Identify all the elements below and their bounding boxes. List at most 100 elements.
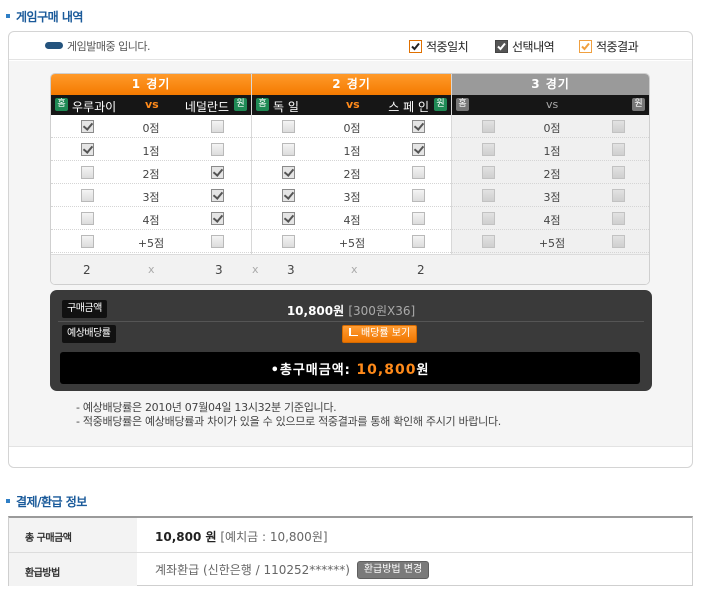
score-label: +5점	[338, 237, 366, 250]
vs-label: vs	[546, 98, 559, 111]
game-header: 2 경기	[252, 74, 451, 95]
home-score-checkbox[interactable]	[81, 235, 94, 248]
status-indicator-icon	[45, 42, 63, 49]
score-label: 4점	[142, 214, 160, 227]
score-row: 1점	[452, 138, 649, 161]
away-score-checkbox[interactable]	[211, 235, 224, 248]
panel-footer	[9, 446, 692, 467]
score-label: 2점	[543, 168, 561, 181]
deposit-text: [예치금 : 10,800원]	[220, 530, 328, 544]
away-badge-icon: 원	[632, 98, 645, 111]
score-label: 0점	[543, 122, 561, 135]
home-score-checkbox[interactable]	[81, 212, 94, 225]
away-score-checkbox[interactable]	[211, 166, 224, 179]
count-game1-away: 3	[215, 263, 223, 277]
home-score-checkbox[interactable]	[282, 235, 295, 248]
score-label: 3점	[343, 191, 361, 204]
refund-method-value: 계좌환급 (신한은행 / 110252******)	[155, 563, 350, 577]
home-score-checkbox[interactable]	[482, 235, 495, 248]
total-purchase-value: 10,800 원	[155, 530, 217, 544]
home-score-checkbox[interactable]	[282, 166, 295, 179]
away-score-checkbox[interactable]	[211, 120, 224, 133]
away-score-checkbox[interactable]	[612, 166, 625, 179]
home-badge-icon: 홈	[456, 98, 469, 111]
checkbox-light-orange-icon	[579, 40, 592, 53]
refund-method-label: 환급방법	[9, 553, 137, 586]
count-game1-sep: x	[148, 263, 155, 276]
count-game2-away: 2	[417, 263, 425, 277]
team-row: 홈 독 일 vs 스 페 인 원	[252, 95, 451, 115]
score-row: 4점	[252, 207, 451, 230]
change-refund-method-button[interactable]: 환급방법 변경	[356, 560, 430, 579]
vs-label: vs	[346, 98, 360, 111]
section-title-payment: 결제/환급 정보	[6, 493, 87, 510]
game-header: 1 경기	[51, 74, 251, 95]
purchase-summary: 구매금액 10,800원 [300원X36] 예상배당률 배당률 보기 •총구매…	[50, 290, 652, 391]
score-row: 4점	[51, 207, 251, 230]
view-odds-button[interactable]: 배당률 보기	[342, 325, 418, 343]
home-score-checkbox[interactable]	[482, 120, 495, 133]
away-score-checkbox[interactable]	[412, 143, 425, 156]
home-score-checkbox[interactable]	[482, 189, 495, 202]
payment-table: 총 구매금액 10,800 원 [예치금 : 10,800원] 환급방법 계좌환…	[8, 516, 693, 586]
team-row: 홈 vs 원	[452, 95, 649, 115]
odds-tag: 예상배당률	[62, 325, 116, 343]
legend-hit-match: 적중일치	[409, 38, 469, 55]
count-between-sep: x	[252, 263, 259, 276]
score-row: 2점	[51, 161, 251, 184]
away-score-checkbox[interactable]	[211, 189, 224, 202]
home-score-checkbox[interactable]	[81, 143, 94, 156]
score-row: 3점	[51, 184, 251, 207]
home-team-name: 우루과이	[72, 100, 117, 114]
away-score-checkbox[interactable]	[211, 143, 224, 156]
purchase-panel: 게임발매중 입니다. 적중일치 선택내역 적중결과 1 경기 홈 우루과이 vs 네덜란…	[8, 31, 693, 468]
away-score-checkbox[interactable]	[612, 120, 625, 133]
away-score-checkbox[interactable]	[412, 189, 425, 202]
section-title-purchase: 게임구매 내역	[6, 8, 83, 25]
bullet-icon	[6, 13, 10, 18]
payment-row-refund: 환급방법 계좌환급 (신한은행 / 110252******) 환급방법 변경	[9, 552, 692, 586]
score-row: +5점	[51, 230, 251, 253]
total-unit: 원	[416, 363, 430, 378]
home-score-checkbox[interactable]	[282, 189, 295, 202]
score-label: +5점	[538, 237, 566, 250]
away-badge-icon: 원	[234, 98, 247, 111]
total-value: 10,800	[356, 362, 417, 378]
bar-chart-icon	[349, 328, 358, 336]
away-score-checkbox[interactable]	[612, 212, 625, 225]
panel-body: 1 경기 홈 우루과이 vs 네덜란드 원 0점 1점 2점 3점 4점 +5점 2 경기 홈 독 일 vs…	[9, 61, 692, 446]
away-score-checkbox[interactable]	[612, 235, 625, 248]
panel-header: 게임발매중 입니다. 적중일치 선택내역 적중결과	[9, 32, 692, 60]
home-badge-icon: 홈	[256, 98, 269, 111]
away-score-checkbox[interactable]	[612, 143, 625, 156]
home-score-checkbox[interactable]	[482, 166, 495, 179]
status-text: 게임발매중 입니다.	[67, 40, 150, 53]
score-row: 2점	[452, 161, 649, 184]
away-score-checkbox[interactable]	[612, 189, 625, 202]
note-odds-diff: - 적중배당률은 예상배당률과 차이가 있을 수 있으므로 적중결과를 통해 확…	[76, 415, 502, 428]
away-score-checkbox[interactable]	[412, 120, 425, 133]
divider	[58, 321, 644, 322]
total-purchase-label: 총 구매금액	[9, 518, 137, 552]
away-score-checkbox[interactable]	[412, 235, 425, 248]
checkbox-gray-icon	[495, 40, 508, 53]
count-game2-sep: x	[351, 263, 358, 276]
home-score-checkbox[interactable]	[282, 120, 295, 133]
away-score-checkbox[interactable]	[211, 212, 224, 225]
away-score-checkbox[interactable]	[412, 212, 425, 225]
home-score-checkbox[interactable]	[482, 212, 495, 225]
home-score-checkbox[interactable]	[81, 120, 94, 133]
notes: - 예상배당률은 2010년 07월04일 13시32분 기준입니다. - 적중…	[76, 401, 501, 429]
score-label: 0점	[142, 122, 160, 135]
total-purchase-bar: •총구매금액: 10,800원	[60, 352, 640, 384]
home-score-checkbox[interactable]	[482, 143, 495, 156]
purchase-amount: 10,800원 [300원X36]	[286, 304, 416, 318]
home-score-checkbox[interactable]	[282, 212, 295, 225]
away-score-checkbox[interactable]	[412, 166, 425, 179]
vs-label: vs	[145, 98, 159, 111]
score-label: 1점	[543, 145, 561, 158]
home-score-checkbox[interactable]	[81, 189, 94, 202]
home-score-checkbox[interactable]	[282, 143, 295, 156]
home-score-checkbox[interactable]	[81, 166, 94, 179]
away-badge-icon: 원	[434, 98, 447, 111]
